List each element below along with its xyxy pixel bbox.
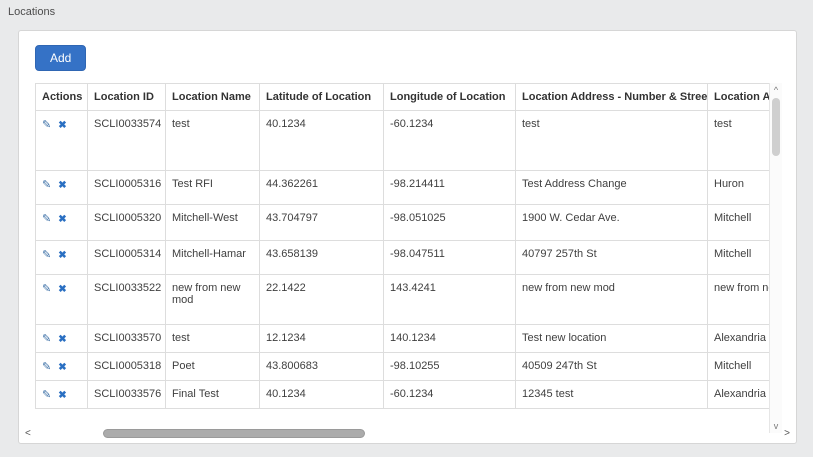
cell-actions: ✎✖	[36, 171, 88, 205]
table-row: ✎✖SCLI0005320Mitchell-West43.704797-98.0…	[36, 205, 783, 241]
cell-latitude: 12.1234	[260, 325, 384, 353]
cell-location-id: SCLI0005314	[88, 241, 166, 275]
delete-icon[interactable]: ✖	[58, 180, 66, 191]
cell-location-id: SCLI0033570	[88, 325, 166, 353]
horizontal-scrollbar-thumb[interactable]	[103, 429, 365, 438]
column-header: Latitude of Location	[260, 84, 384, 111]
table-header-row: ActionsLocation IDLocation NameLatitude …	[36, 84, 783, 111]
vertical-scrollbar[interactable]: ^ v	[769, 83, 782, 433]
delete-icon[interactable]: ✖	[58, 214, 66, 225]
edit-icon[interactable]: ✎	[42, 118, 51, 131]
table-viewport: ActionsLocation IDLocation NameLatitude …	[35, 83, 782, 433]
locations-card: Add ActionsLocation IDLocation NameLatit…	[18, 30, 797, 444]
delete-icon[interactable]: ✖	[58, 334, 66, 345]
delete-icon[interactable]: ✖	[58, 362, 66, 373]
cell-longitude: -98.214411	[384, 171, 516, 205]
cell-actions: ✎✖	[36, 381, 88, 409]
cell-longitude: -60.1234	[384, 111, 516, 171]
cell-location-name: Test RFI	[166, 171, 260, 205]
cell-longitude: -98.047511	[384, 241, 516, 275]
vertical-scrollbar-thumb[interactable]	[772, 98, 780, 156]
cell-actions: ✎✖	[36, 353, 88, 381]
cell-address-street: 40797 257th St	[516, 241, 708, 275]
column-header: Longitude of Location	[384, 84, 516, 111]
cell-location-name: test	[166, 111, 260, 171]
cell-actions: ✎✖	[36, 325, 88, 353]
cell-location-name: Mitchell-Hamar	[166, 241, 260, 275]
table-row: ✎✖SCLI0033570test12.1234140.1234Test new…	[36, 325, 783, 353]
table-header: ActionsLocation IDLocation NameLatitude …	[36, 84, 783, 111]
cell-address-street: Test new location	[516, 325, 708, 353]
cell-actions: ✎✖	[36, 205, 88, 241]
edit-icon[interactable]: ✎	[42, 282, 51, 295]
cell-longitude: -60.1234	[384, 381, 516, 409]
locations-table: ActionsLocation IDLocation NameLatitude …	[35, 83, 782, 409]
cell-location-id: SCLI0005318	[88, 353, 166, 381]
cell-address-street: Test Address Change	[516, 171, 708, 205]
cell-latitude: 43.800683	[260, 353, 384, 381]
table-row: ✎✖SCLI0005314Mitchell-Hamar43.658139-98.…	[36, 241, 783, 275]
cell-longitude: 140.1234	[384, 325, 516, 353]
delete-icon[interactable]: ✖	[58, 120, 66, 131]
cell-location-id: SCLI0033574	[88, 111, 166, 171]
delete-icon[interactable]: ✖	[58, 284, 66, 295]
cell-longitude: -98.051025	[384, 205, 516, 241]
scroll-right-icon[interactable]: >	[784, 427, 790, 440]
cell-location-name: test	[166, 325, 260, 353]
column-header: Location Address - Number & Street	[516, 84, 708, 111]
cell-location-id: SCLI0005320	[88, 205, 166, 241]
table-row: ✎✖SCLI0033576Final Test40.1234-60.123412…	[36, 381, 783, 409]
cell-location-id: SCLI0005316	[88, 171, 166, 205]
cell-location-id: SCLI0033522	[88, 275, 166, 325]
cell-location-name: Poet	[166, 353, 260, 381]
horizontal-scrollbar[interactable]: < >	[23, 427, 792, 440]
cell-actions: ✎✖	[36, 111, 88, 171]
cell-longitude: -98.10255	[384, 353, 516, 381]
cell-address-street: 40509 247th St	[516, 353, 708, 381]
table-row: ✎✖SCLI0005318Poet43.800683-98.1025540509…	[36, 353, 783, 381]
edit-icon[interactable]: ✎	[42, 178, 51, 191]
cell-location-id: SCLI0033576	[88, 381, 166, 409]
table-row: ✎✖SCLI0033522new from new mod22.1422143.…	[36, 275, 783, 325]
edit-icon[interactable]: ✎	[42, 212, 51, 225]
table-row: ✎✖SCLI0033574test40.1234-60.1234testtest	[36, 111, 783, 171]
cell-latitude: 40.1234	[260, 381, 384, 409]
cell-latitude: 40.1234	[260, 111, 384, 171]
delete-icon[interactable]: ✖	[58, 390, 66, 401]
scroll-left-icon[interactable]: <	[25, 427, 31, 440]
cell-actions: ✎✖	[36, 241, 88, 275]
column-header: Location Name	[166, 84, 260, 111]
scroll-up-icon[interactable]: ^	[770, 85, 782, 95]
edit-icon[interactable]: ✎	[42, 248, 51, 261]
cell-latitude: 43.704797	[260, 205, 384, 241]
edit-icon[interactable]: ✎	[42, 360, 51, 373]
cell-address-street: new from new mod	[516, 275, 708, 325]
cell-location-name: Final Test	[166, 381, 260, 409]
cell-address-street: 1900 W. Cedar Ave.	[516, 205, 708, 241]
column-header: Actions	[36, 84, 88, 111]
delete-icon[interactable]: ✖	[58, 250, 66, 261]
edit-icon[interactable]: ✎	[42, 388, 51, 401]
add-button[interactable]: Add	[35, 45, 86, 71]
page-title: Locations	[8, 6, 55, 18]
cell-actions: ✎✖	[36, 275, 88, 325]
table-row: ✎✖SCLI0005316Test RFI44.362261-98.214411…	[36, 171, 783, 205]
column-header: Location ID	[88, 84, 166, 111]
cell-latitude: 43.658139	[260, 241, 384, 275]
cell-location-name: Mitchell-West	[166, 205, 260, 241]
cell-address-street: 12345 test	[516, 381, 708, 409]
table-body: ✎✖SCLI0033574test40.1234-60.1234testtest…	[36, 111, 783, 409]
cell-latitude: 44.362261	[260, 171, 384, 205]
cell-longitude: 143.4241	[384, 275, 516, 325]
cell-address-street: test	[516, 111, 708, 171]
edit-icon[interactable]: ✎	[42, 332, 51, 345]
cell-location-name: new from new mod	[166, 275, 260, 325]
cell-latitude: 22.1422	[260, 275, 384, 325]
